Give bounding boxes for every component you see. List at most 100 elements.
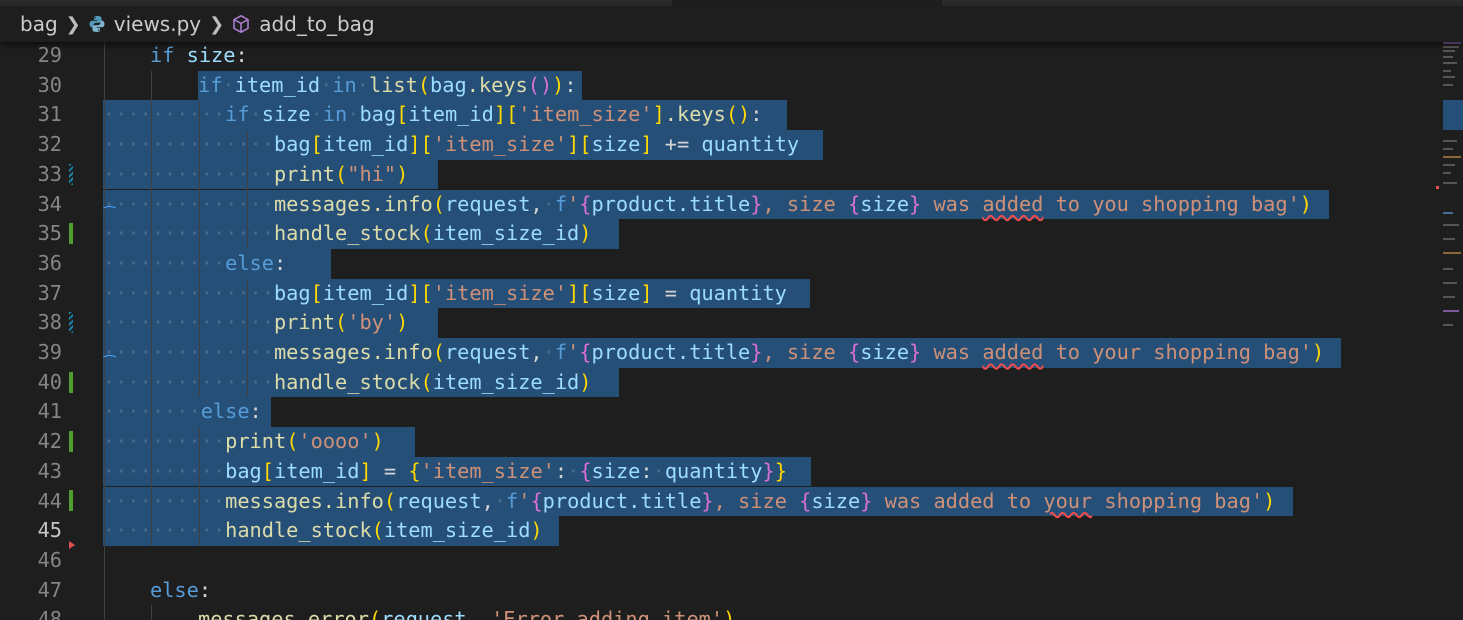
identifier: product.title — [591, 340, 751, 364]
string-literal: , size — [713, 488, 800, 513]
breadcrumb-folder[interactable]: bag — [20, 12, 58, 36]
minimap-row — [1443, 252, 1461, 254]
fstring-prefix: f — [506, 488, 519, 513]
keyword-in: in — [332, 72, 357, 97]
function-name: print — [225, 429, 287, 454]
string-literal: to you shopping bag' — [1043, 191, 1300, 216]
identifier: size — [591, 280, 641, 305]
identifier: product.title — [542, 488, 702, 513]
code-area[interactable]: if size: if·item_id·in·list(bag.keys()):… — [0, 42, 1440, 620]
identifier: item_size_id — [432, 221, 580, 246]
code-line-38: ··············print('by') — [103, 310, 409, 335]
string-literal: , size — [762, 191, 848, 216]
minimap-row — [1443, 310, 1459, 312]
minimap-row — [1443, 140, 1457, 142]
code-line-30: if·item_id·in·list(bag.keys()): — [198, 72, 577, 97]
spelling-error[interactable]: added — [982, 340, 1043, 364]
minimap-row — [1443, 42, 1461, 44]
identifier: quantity — [701, 132, 800, 157]
identifier: item_size_id — [432, 369, 580, 394]
function-name: handle_stock — [273, 221, 421, 246]
code-line-40: ··············handle_stock(item_size_id) — [103, 369, 592, 394]
minimap-row — [1443, 46, 1459, 48]
minimap-row — [1443, 70, 1451, 72]
minimap-row — [1443, 324, 1453, 326]
keyword-if: if — [150, 43, 175, 67]
identifier: request — [444, 340, 531, 364]
code-line-39: ··············messages.info(request,·f'{… — [103, 340, 1325, 364]
code-line-48: messages.error(request, 'Error adding it… — [198, 605, 735, 620]
punctuation: : — [249, 399, 262, 424]
code-line-32: ··············bag[item_id]['item_size'][… — [103, 132, 800, 157]
identifier: size — [591, 132, 641, 157]
code-line-41: ········else: — [103, 399, 262, 424]
identifier: size — [860, 340, 910, 364]
code-line-37: ··············bag[item_id]['item_size'][… — [103, 280, 787, 305]
identifier: request — [444, 191, 531, 216]
string-literal: to your shopping bag' — [1043, 340, 1313, 364]
punctuation: : — [564, 72, 577, 97]
string-literal: 'item_size' — [420, 458, 555, 483]
minimap-row — [1443, 148, 1453, 150]
code-line-42: ··········print('oooo') — [103, 429, 384, 454]
method-cube-icon — [231, 14, 251, 34]
identifier: bag — [273, 280, 311, 305]
operator: += — [652, 132, 702, 157]
problem-squiggle-icon[interactable]: ⁀ — [104, 208, 115, 222]
spelling-error[interactable]: added — [982, 192, 1043, 216]
punctuation: : — [235, 43, 248, 67]
string-literal: 'item_size' — [432, 280, 568, 305]
chevron-right-icon: ❯ — [65, 13, 81, 35]
code-line-44: ··········messages.info(request,·f'{prod… — [103, 488, 1276, 513]
minimap-row — [1443, 212, 1453, 214]
function-name: messages.info — [225, 488, 384, 513]
minimap-row — [1443, 76, 1455, 78]
identifier: size — [261, 102, 311, 127]
breadcrumb-symbol[interactable]: add_to_bag — [231, 12, 375, 36]
breadcrumb-symbol-label: add_to_bag — [259, 12, 375, 36]
string-literal: 'by' — [347, 310, 397, 335]
breadcrumb-file[interactable]: views.py — [88, 12, 201, 36]
function-name: handle_stock — [273, 369, 421, 394]
indent-guide — [151, 605, 152, 620]
minimap-viewport[interactable] — [1443, 100, 1463, 130]
identifier: item_id — [322, 280, 409, 305]
chevron-right-icon: ❯ — [209, 13, 225, 35]
minimap-row — [1443, 282, 1457, 284]
minimap-row — [1443, 224, 1459, 226]
code-line-31: ··········if·size·in·bag[item_id]['item_… — [103, 102, 763, 127]
string-literal: ' — [518, 488, 531, 513]
spelling-error[interactable]: your — [1043, 489, 1092, 513]
problem-squiggle-icon[interactable]: ⁀ — [104, 357, 115, 371]
identifier: size — [591, 458, 641, 483]
identifier: product.title — [591, 191, 751, 216]
function-name: print — [273, 161, 336, 186]
minimap[interactable] — [1441, 42, 1463, 620]
minimap-row — [1443, 56, 1453, 58]
minimap-row — [1443, 172, 1451, 174]
code-editor[interactable]: bag ❯ views.py ❯ add_to_bag 29 30 31 32 … — [0, 0, 1463, 620]
function-name: .keys — [466, 72, 528, 97]
punctuation: : — [198, 577, 212, 602]
code-line-47: else: — [150, 576, 211, 606]
minimap-row — [1443, 268, 1453, 270]
identifier: item_size_id — [383, 518, 531, 543]
keyword-else: else — [225, 250, 274, 275]
identifier: quantity — [689, 280, 787, 305]
keyword-in: in — [322, 102, 348, 127]
string-literal: "hi" — [347, 161, 397, 186]
identifier: size — [186, 43, 236, 67]
identifier: bag — [430, 72, 467, 97]
identifier: bag — [225, 458, 262, 483]
code-line-45: ··········handle_stock(item_size_id) — [103, 518, 543, 543]
code-line-29: if size: — [150, 41, 248, 71]
identifier: item_id — [322, 132, 409, 157]
keyword-if: if — [198, 72, 223, 97]
operator: = — [652, 280, 690, 305]
keyword-if: if — [225, 102, 250, 127]
identifier: bag — [359, 102, 397, 127]
code-line-35: ··············handle_stock(item_size_id) — [103, 221, 592, 246]
minimap-row — [1443, 62, 1457, 64]
minimap-row — [1443, 238, 1455, 240]
identifier: bag — [273, 132, 311, 157]
